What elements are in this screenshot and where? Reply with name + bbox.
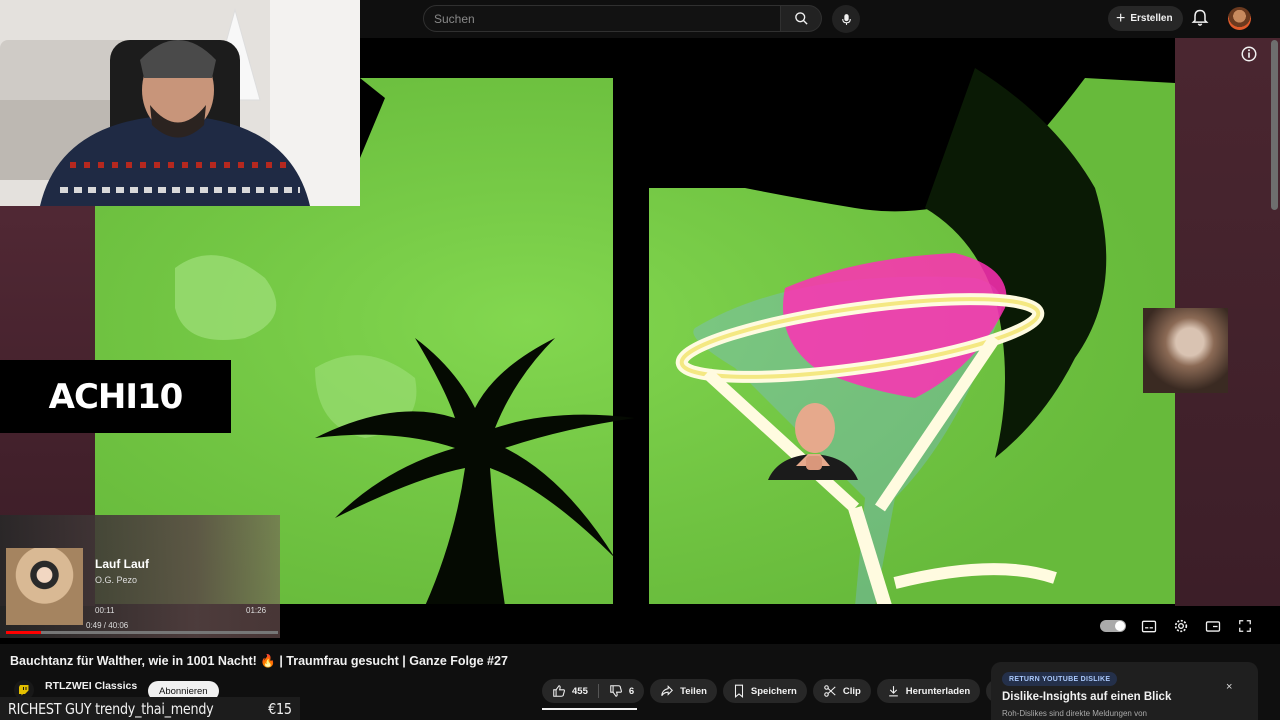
thumbs-down-icon	[610, 685, 622, 697]
fullscreen-icon	[1239, 620, 1251, 632]
autoplay-toggle[interactable]	[1100, 620, 1126, 632]
webcam-overlay	[0, 0, 360, 206]
settings-button[interactable]	[1172, 617, 1190, 635]
video-time-readout: 0:49 / 40:06	[86, 621, 129, 630]
page: + Erstellen	[0, 0, 1280, 720]
notifications-bell-icon[interactable]	[1190, 8, 1210, 28]
player-controls	[1100, 614, 1254, 638]
share-arrow-icon	[661, 685, 674, 696]
now-playing-progress-fill	[6, 631, 42, 634]
theater-mode-button[interactable]	[1204, 617, 1222, 635]
now-playing-title: Lauf Lauf	[95, 557, 149, 571]
fullscreen-button[interactable]	[1236, 617, 1254, 635]
donation-amount: €15	[268, 699, 292, 718]
search-box[interactable]	[423, 5, 781, 32]
video-title: Bauchtanz für Walther, wie in 1001 Nacht…	[10, 654, 508, 668]
twitch-logo-icon	[19, 685, 29, 696]
dislike-card-subtitle: Roh-Dislikes sind direkte Meldungen von	[1002, 709, 1147, 718]
donation-text: RICHEST GUY trendy_thai_mendy	[8, 699, 214, 718]
download-button[interactable]: Herunterladen	[876, 679, 981, 703]
now-playing-artist: O.G. Pezo	[95, 575, 138, 585]
info-icon[interactable]	[1240, 45, 1258, 63]
logo-text: ACHI10	[48, 376, 184, 417]
dislike-card-title: Dislike-Insights auf einen Blick	[1002, 691, 1172, 703]
create-button[interactable]: + Erstellen	[1108, 6, 1183, 31]
like-dislike-group: 455 6	[542, 679, 645, 703]
dislike-button[interactable]: 6	[599, 679, 644, 703]
now-playing-elapsed: 00:11	[95, 606, 115, 615]
subtitles-icon	[1141, 620, 1157, 632]
now-playing-cover-art	[6, 548, 83, 625]
video-actions: 455 6 Teilen Speichern Clip Herunterlade…	[542, 679, 1011, 703]
account-avatar[interactable]	[1228, 7, 1251, 30]
small-face-overlay	[1143, 308, 1228, 393]
theater-icon	[1205, 620, 1221, 632]
search-input[interactable]	[424, 6, 780, 31]
guest-cutout-overlay	[768, 396, 858, 480]
download-label: Herunterladen	[905, 685, 971, 697]
channel-name[interactable]: RTLZWEI Classics	[45, 680, 137, 692]
subtitles-button[interactable]	[1140, 617, 1158, 635]
gear-icon	[1174, 619, 1188, 633]
search-icon	[794, 12, 808, 25]
save-label: Speichern	[750, 685, 797, 697]
extension-badge: RETURN YOUTUBE DISLIKE	[1002, 672, 1118, 686]
webcam-feed	[0, 0, 360, 206]
plus-icon: +	[1116, 9, 1126, 27]
share-label: Teilen	[680, 685, 707, 697]
now-playing-progress	[6, 631, 278, 634]
page-scrollbar[interactable]	[1271, 40, 1278, 210]
download-icon	[888, 686, 898, 697]
search-button[interactable]	[781, 5, 822, 32]
like-count: 455	[572, 685, 588, 697]
scissors-icon	[824, 685, 836, 697]
close-icon[interactable]: ×	[1226, 681, 1232, 693]
donation-ticker: RICHEST GUY trendy_thai_mendy €15	[0, 697, 300, 720]
clip-label: Clip	[842, 685, 861, 697]
streamer-logo: ACHI10	[0, 360, 231, 433]
like-button[interactable]: 455	[542, 679, 598, 703]
thumbs-up-icon	[553, 685, 565, 697]
now-playing-duration: 01:26	[246, 606, 267, 615]
share-button[interactable]: Teilen	[650, 679, 717, 703]
dislike-count: 6	[628, 685, 635, 697]
bookmark-icon	[734, 684, 743, 698]
save-button[interactable]: Speichern	[722, 679, 807, 703]
microphone-icon	[841, 13, 851, 25]
voice-search-button[interactable]	[832, 5, 860, 33]
create-label: Erstellen	[1130, 13, 1173, 24]
like-underline	[542, 708, 637, 710]
clip-button[interactable]: Clip	[812, 679, 871, 703]
